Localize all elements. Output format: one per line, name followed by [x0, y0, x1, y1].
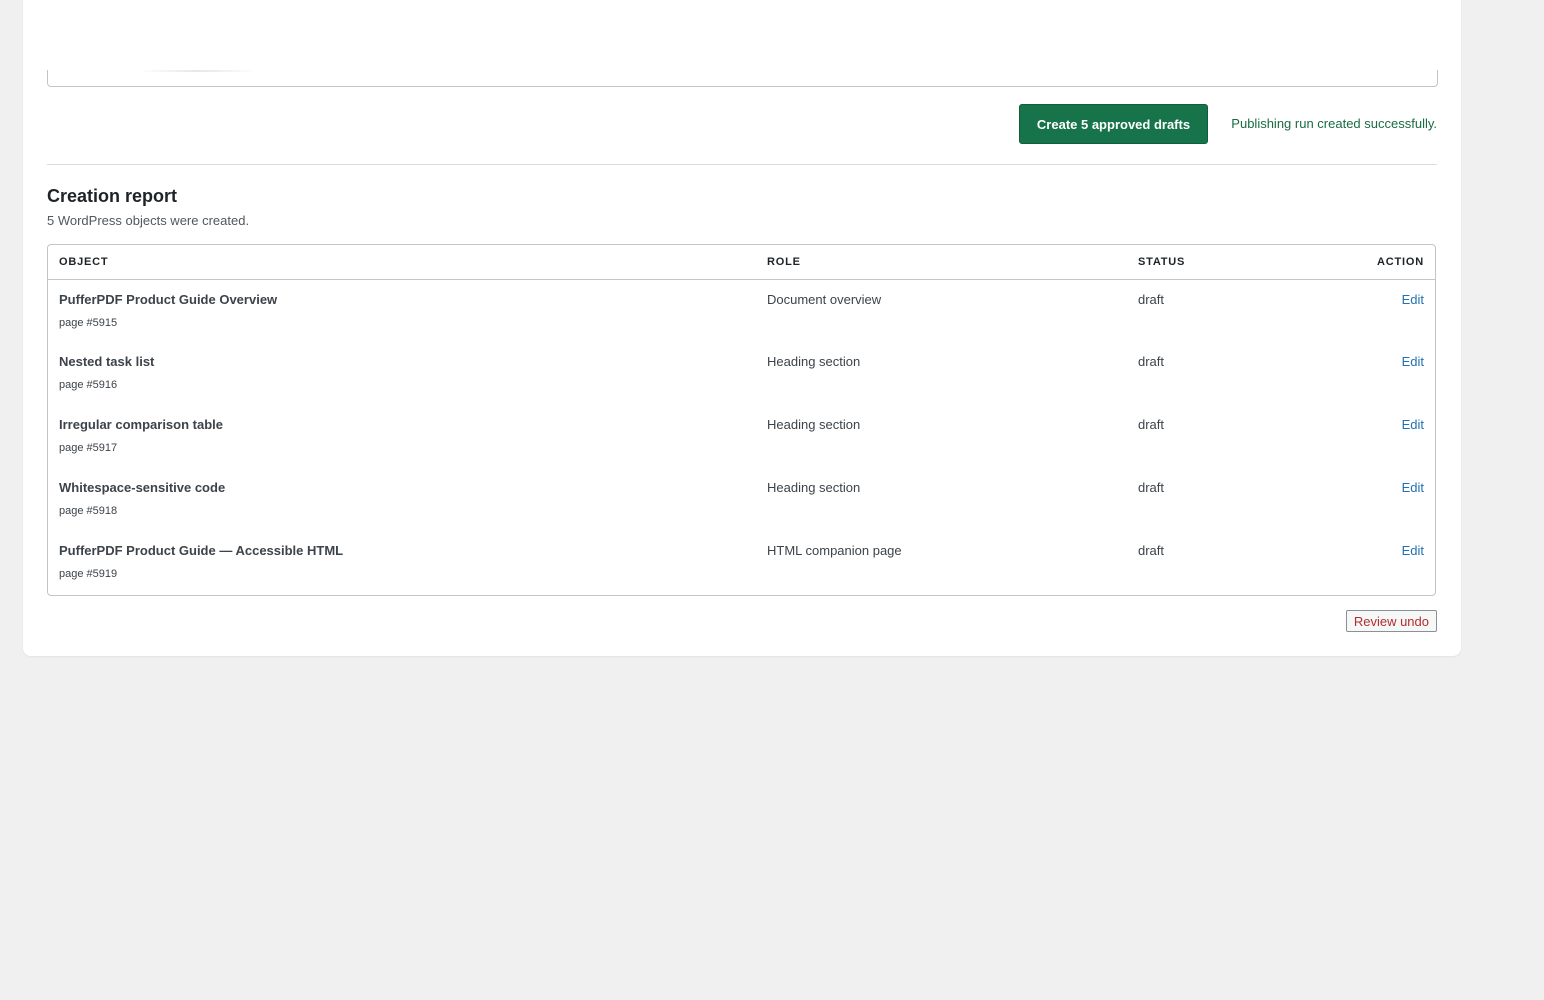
- role-cell: Heading section: [756, 342, 1127, 405]
- column-header-role: ROLE: [756, 245, 1127, 280]
- action-cell: Edit: [1297, 405, 1435, 468]
- status-cell: draft: [1127, 468, 1297, 531]
- create-drafts-button[interactable]: Create 5 approved drafts: [1019, 104, 1208, 144]
- report-title: Creation report: [47, 186, 178, 206]
- clipped-content: [138, 70, 258, 72]
- review-undo-button[interactable]: Review undo: [1345, 610, 1437, 632]
- status-cell: draft: [1127, 279, 1297, 342]
- table-row: Whitespace-sensitive code page #5918 Hea…: [48, 468, 1435, 531]
- section-divider: [47, 164, 1437, 165]
- object-title: PufferPDF Product Guide Overview: [59, 291, 278, 307]
- edit-link[interactable]: Edit: [1402, 292, 1424, 307]
- column-header-object: OBJECT: [48, 245, 756, 280]
- status-text: draft: [1138, 354, 1165, 369]
- edit-link[interactable]: Edit: [1402, 354, 1424, 369]
- edit-link[interactable]: Edit: [1402, 480, 1424, 495]
- table-header-row: OBJECT ROLE STATUS ACTION: [48, 245, 1435, 280]
- publishing-panel: Create 5 approved drafts Publishing run …: [23, 0, 1461, 656]
- status-text: draft: [1138, 291, 1165, 307]
- role-text: HTML companion page: [767, 543, 902, 558]
- object-cell: Whitespace-sensitive code page #5918: [48, 468, 756, 531]
- object-cell: Irregular comparison table page #5917: [48, 405, 756, 468]
- object-cell: PufferPDF Product Guide Overview page #5…: [48, 279, 756, 342]
- status-cell: draft: [1127, 405, 1297, 468]
- status-text: draft: [1138, 480, 1165, 495]
- edit-link[interactable]: Edit: [1402, 543, 1424, 558]
- role-cell: Heading section: [756, 405, 1127, 468]
- role-cell: Heading section: [756, 468, 1127, 531]
- action-cell: Edit: [1297, 279, 1435, 342]
- status-cell: draft: [1127, 531, 1297, 594]
- success-message: Publishing run created successfully.: [1231, 116, 1437, 131]
- edit-link[interactable]: Edit: [1402, 417, 1424, 432]
- object-meta: page #5916: [59, 379, 118, 391]
- role-text: Heading section: [767, 480, 861, 495]
- object-title: Nested task list: [59, 354, 155, 369]
- object-meta: page #5918: [59, 505, 118, 517]
- object-meta: page #5919: [59, 568, 118, 580]
- column-header-action: ACTION: [1297, 245, 1435, 280]
- object-title: Irregular comparison table: [59, 417, 223, 432]
- action-cell: Edit: [1297, 531, 1435, 594]
- action-cell: Edit: [1297, 342, 1435, 405]
- column-header-status: STATUS: [1127, 245, 1297, 280]
- role-cell: Document overview: [756, 279, 1127, 342]
- object-meta: page #5917: [59, 442, 118, 454]
- object-cell: Nested task list page #5916: [48, 342, 756, 405]
- role-cell: HTML companion page: [756, 531, 1127, 594]
- object-title: Whitespace-sensitive code: [59, 480, 226, 495]
- role-text: Heading section: [767, 354, 861, 369]
- creation-report-table: OBJECT ROLE STATUS ACTION PufferPDF Prod…: [47, 244, 1436, 596]
- table-row: PufferPDF Product Guide Overview page #5…: [48, 279, 1435, 342]
- object-cell: PufferPDF Product Guide — Accessible HTM…: [48, 531, 756, 594]
- report-summary: 5 WordPress objects were created.: [47, 213, 250, 228]
- report-table: OBJECT ROLE STATUS ACTION PufferPDF Prod…: [48, 245, 1435, 594]
- object-meta: page #5915: [59, 316, 118, 329]
- status-text: draft: [1138, 417, 1165, 432]
- publish-actions: Create 5 approved drafts Publishing run …: [47, 104, 1437, 144]
- role-text: Heading section: [767, 417, 861, 432]
- action-cell: Edit: [1297, 468, 1435, 531]
- table-row: PufferPDF Product Guide — Accessible HTM…: [48, 531, 1435, 594]
- role-text: Document overview: [767, 291, 882, 307]
- table-row: Irregular comparison table page #5917 He…: [48, 405, 1435, 468]
- table-row: Nested task list page #5916 Heading sect…: [48, 342, 1435, 405]
- previous-section-box: [47, 70, 1438, 87]
- status-text: draft: [1138, 543, 1165, 558]
- object-title: PufferPDF Product Guide — Accessible HTM…: [59, 543, 344, 558]
- status-cell: draft: [1127, 342, 1297, 405]
